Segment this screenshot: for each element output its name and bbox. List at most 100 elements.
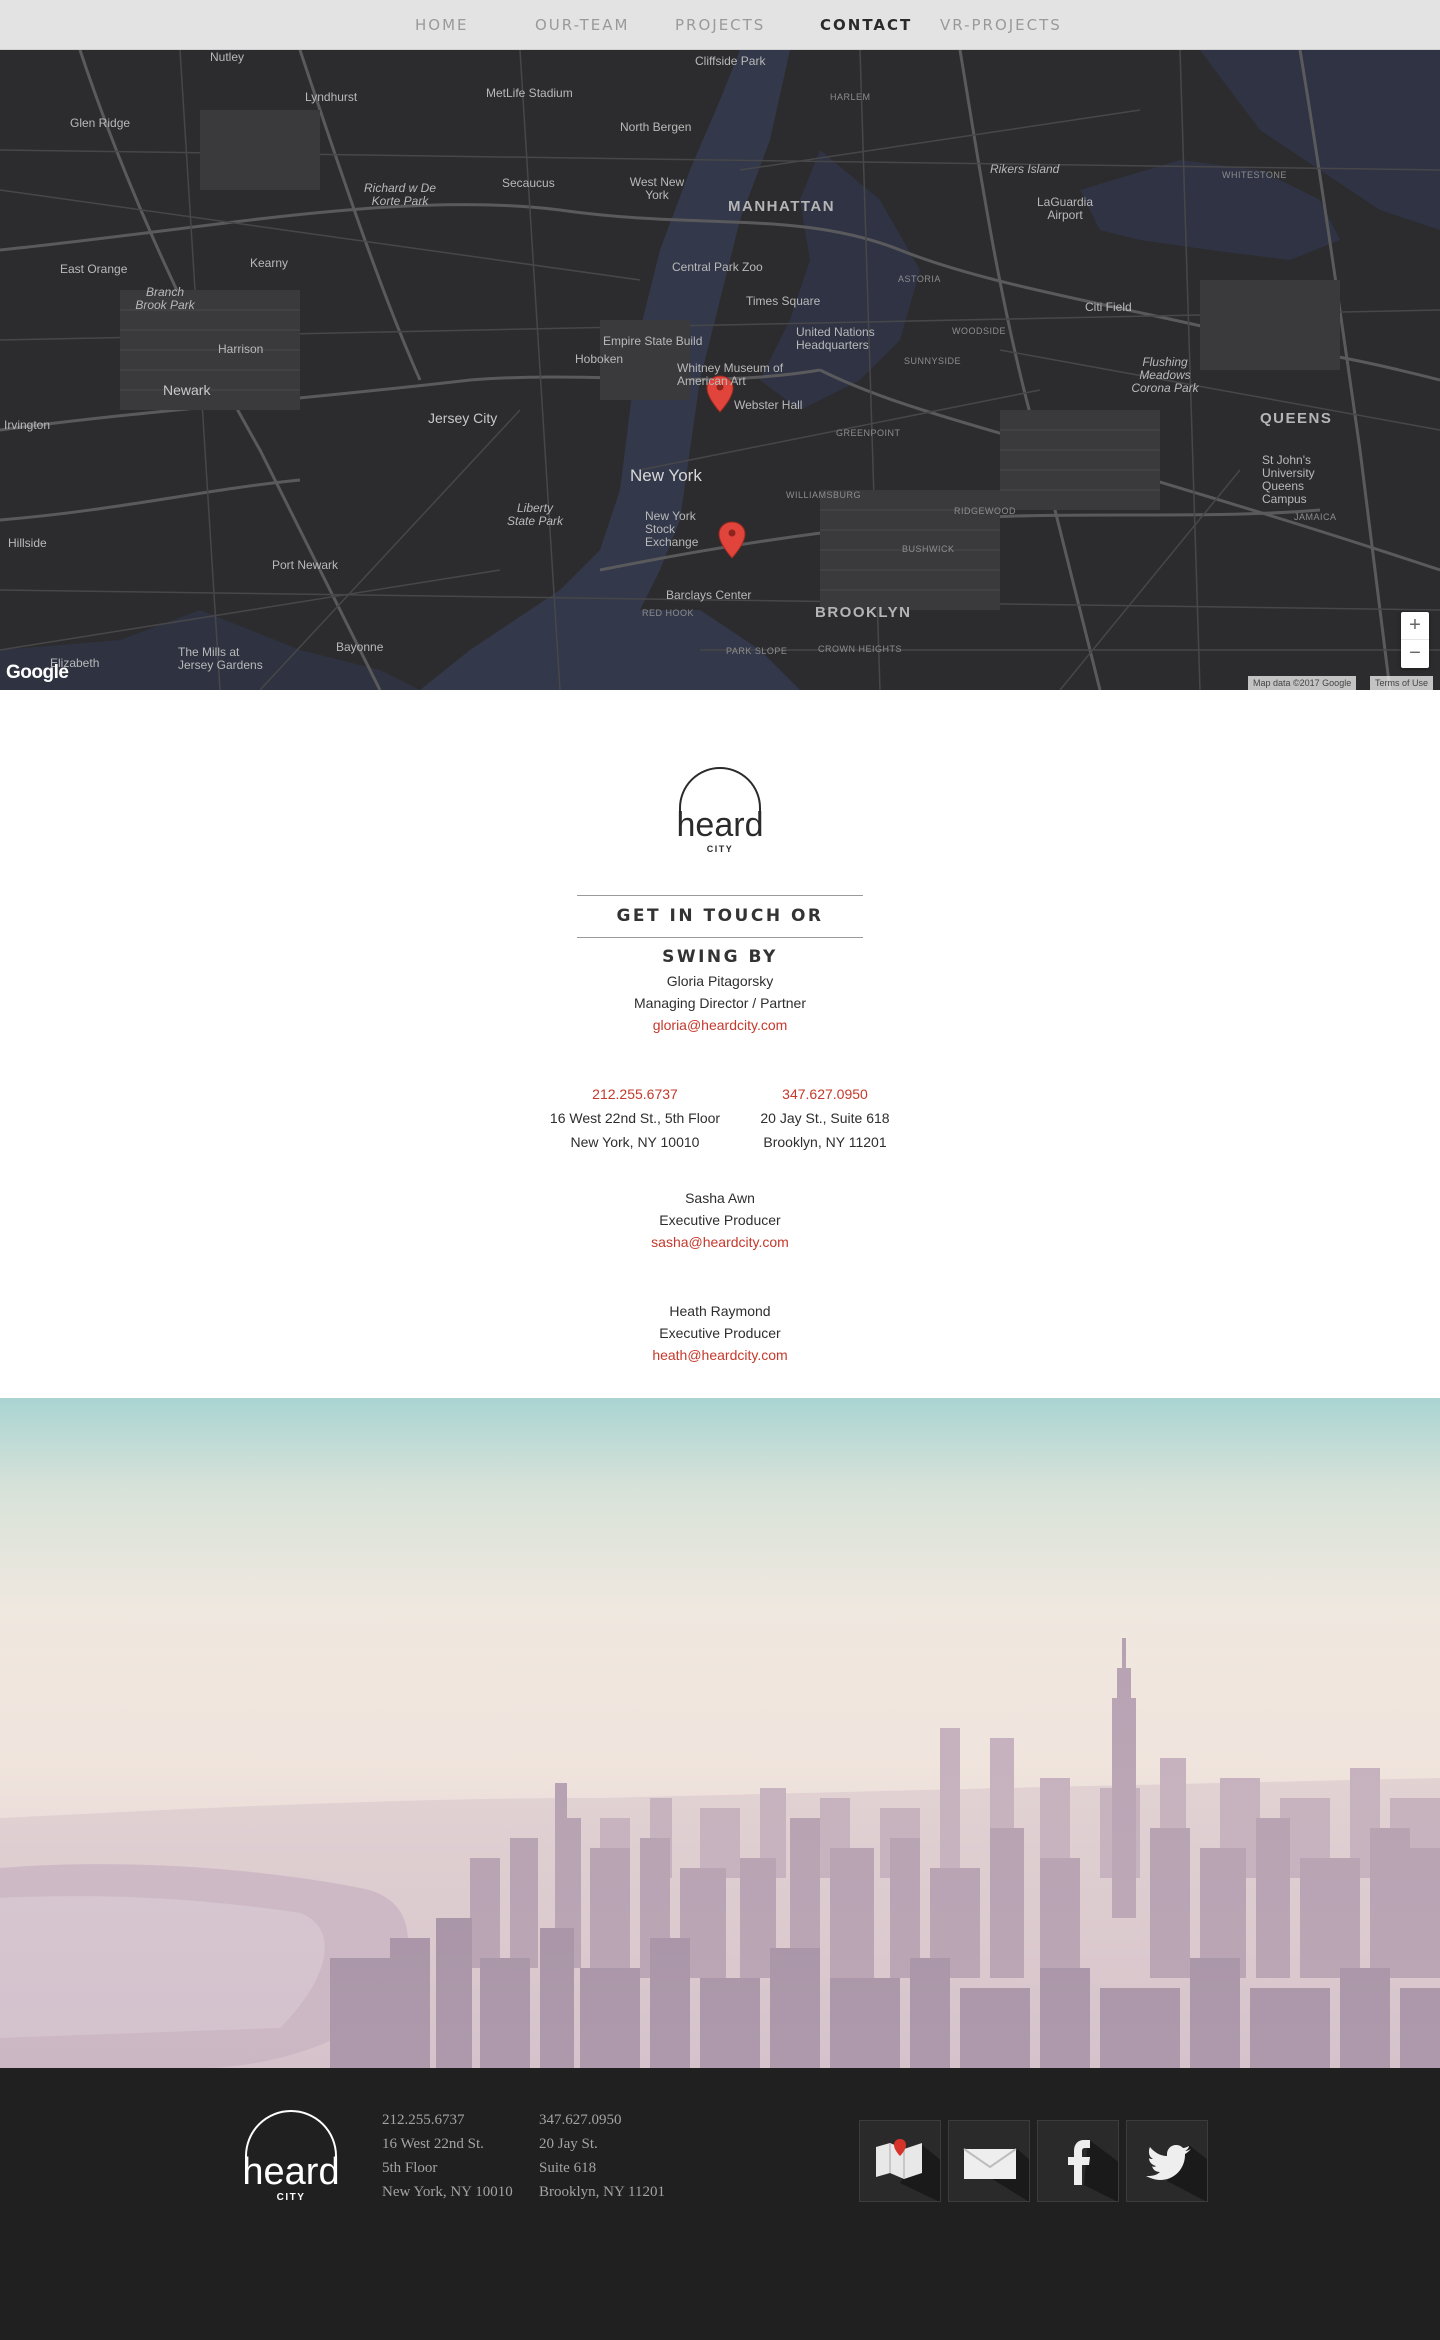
office-street: 16 West 22nd St., 5th Floor	[549, 1110, 721, 1126]
contact-title: Managing Director / Partner	[634, 995, 806, 1011]
map-attribution: Map data ©2017 Google	[1248, 676, 1357, 690]
footer-line: Suite 618	[539, 2160, 597, 2176]
map-label: BROOKLYN	[815, 604, 912, 621]
map-label: Empire State Build	[603, 334, 703, 348]
map-label: Cliffside Park	[695, 54, 766, 68]
footer-line: 20 Jay St.	[539, 2136, 598, 2152]
nav-projects[interactable]: PROJECTS	[675, 16, 765, 34]
logo-sub: CITY	[707, 844, 734, 854]
facebook-icon	[1068, 2139, 1118, 2201]
map-label: CROWN HEIGHTS	[818, 644, 902, 654]
contact-email-link[interactable]: gloria@heardcity.com	[653, 1017, 788, 1033]
footer-phone: 347.627.0950	[539, 2112, 622, 2128]
map-label: Webster Hall	[734, 398, 803, 412]
footer-phone: 212.255.6737	[382, 2112, 465, 2128]
zoom-in-button[interactable]: +	[1401, 612, 1429, 640]
map-label: WILLIAMSBURG	[786, 490, 862, 500]
map-label: Times Square	[746, 294, 821, 308]
map-label: Richard w De Korte Park	[363, 181, 437, 208]
twitter-icon	[1146, 2145, 1207, 2201]
top-nav: HOME OUR-TEAM PROJECTS CONTACT VR-PROJEC…	[0, 0, 1440, 50]
map-label: Secaucus	[502, 176, 555, 190]
map-label: Branch Brook Park	[135, 285, 195, 312]
page-title: GET IN TOUCH OR SWING BY	[616, 906, 824, 967]
map-label: Hoboken	[575, 352, 624, 366]
map-label: Harrison	[218, 342, 264, 356]
map-label: West New York	[629, 175, 685, 202]
facebook-button[interactable]	[1037, 2120, 1119, 2202]
map-label: LaGuardia Airport	[1036, 195, 1094, 222]
map[interactable]: Nutley Lyndhurst MetLife Stadium Cliffsi…	[0, 50, 1440, 690]
footer-address-new-york: 212.255.6737 16 West 22nd St. 5th Floor …	[382, 2108, 513, 2204]
twitter-button[interactable]	[1126, 2120, 1208, 2202]
map-label: Hillside	[8, 536, 47, 550]
map-label: QUEENS	[1260, 410, 1333, 427]
map-label: RED HOOK	[642, 608, 695, 618]
map-label: East Orange	[60, 262, 128, 276]
contact-name: Sasha Awn	[685, 1190, 755, 1206]
nav-our-team[interactable]: OUR-TEAM	[535, 16, 629, 34]
map-label: Central Park Zoo	[672, 260, 763, 274]
map-label: North Bergen	[620, 120, 692, 134]
footer-address-brooklyn: 347.627.0950 20 Jay St. Suite 618 Brookl…	[539, 2108, 665, 2204]
map-label: St John's University Queens Campus	[1262, 453, 1315, 506]
logo-sub: CITY	[277, 2192, 306, 2203]
office-brooklyn: 347.627.0950 20 Jay St., Suite 618 Brook…	[725, 1083, 925, 1153]
map-label: Liberty State Park	[506, 501, 564, 528]
footer-line: 16 West 22nd St.	[382, 2136, 484, 2152]
logo-word: heard	[677, 806, 764, 844]
map-label: Jersey City	[428, 410, 498, 426]
office-phone-link[interactable]: 347.627.0950	[782, 1086, 868, 1102]
mail-icon	[963, 2147, 1029, 2201]
map-label: ASTORIA	[898, 274, 941, 284]
map-label: GREENPOINT	[836, 428, 901, 438]
map-label: BUSHWICK	[902, 544, 955, 554]
email-button[interactable]	[948, 2120, 1030, 2202]
contact-sasha: Sasha Awn Executive Producer sasha@heard…	[570, 1187, 870, 1253]
contact-title: Executive Producer	[659, 1325, 781, 1341]
office-phone-link[interactable]: 212.255.6737	[592, 1086, 678, 1102]
map-label: Rikers Island	[990, 162, 1060, 176]
contact-gloria: Gloria Pitagorsky Managing Director / Pa…	[570, 970, 870, 1036]
map-button[interactable]	[859, 2120, 941, 2202]
heard-city-footer-logo[interactable]: heard CITY	[240, 2108, 342, 2204]
map-label: HARLEM	[830, 92, 871, 102]
zoom-out-button[interactable]: −	[1401, 640, 1429, 668]
map-label: Flushing Meadows Corona Park	[1131, 355, 1199, 395]
map-label: SUNNYSIDE	[904, 356, 962, 366]
map-label: PARK SLOPE	[726, 646, 788, 656]
map-label: Bayonne	[336, 640, 384, 654]
map-label: Nutley	[210, 50, 245, 64]
nav-vr-projects[interactable]: VR-PROJECTS	[940, 16, 1062, 34]
map-label: MetLife Stadium	[486, 86, 573, 100]
google-logo: Google	[6, 662, 69, 683]
map-terms-link[interactable]: Terms of Use	[1370, 676, 1434, 690]
contact-email-link[interactable]: heath@heardcity.com	[652, 1347, 787, 1363]
map-label: Barclays Center	[666, 588, 752, 602]
map-label: WOODSIDE	[952, 326, 1007, 336]
map-zoom-control: + −	[1401, 612, 1429, 668]
map-label: JAMAICA	[1294, 512, 1337, 522]
office-new-york: 212.255.6737 16 West 22nd St., 5th Floor…	[535, 1083, 735, 1153]
contact-title: Executive Producer	[659, 1212, 781, 1228]
map-label: Irvington	[4, 418, 51, 432]
map-label: The Mills at Jersey Gardens	[178, 645, 263, 672]
footer-line: Brooklyn, NY 11201	[539, 2184, 665, 2200]
map-label: Whitney Museum of American Art	[677, 361, 784, 388]
map-label: Glen Ridge	[70, 116, 131, 130]
map-label: MANHATTAN	[728, 198, 836, 215]
footer-line: New York, NY 10010	[382, 2184, 513, 2200]
contact-heath: Heath Raymond Executive Producer heath@h…	[570, 1300, 870, 1366]
map-label: WHITESTONE	[1222, 170, 1287, 180]
contact-email-link[interactable]: sasha@heardcity.com	[651, 1234, 789, 1250]
heard-city-logo: heard CITY	[677, 767, 764, 854]
logo-word: heard	[242, 2151, 339, 2193]
footer-line: 5th Floor	[382, 2160, 438, 2176]
map-label: RIDGEWOOD	[954, 506, 1016, 516]
nav-contact[interactable]: CONTACT	[820, 16, 912, 34]
site-footer	[0, 2068, 1440, 2340]
map-label: Port Newark	[272, 558, 339, 572]
office-street: 20 Jay St., Suite 618	[760, 1110, 890, 1126]
map-label: Newark	[163, 382, 211, 398]
nav-home[interactable]: HOME	[415, 16, 469, 34]
